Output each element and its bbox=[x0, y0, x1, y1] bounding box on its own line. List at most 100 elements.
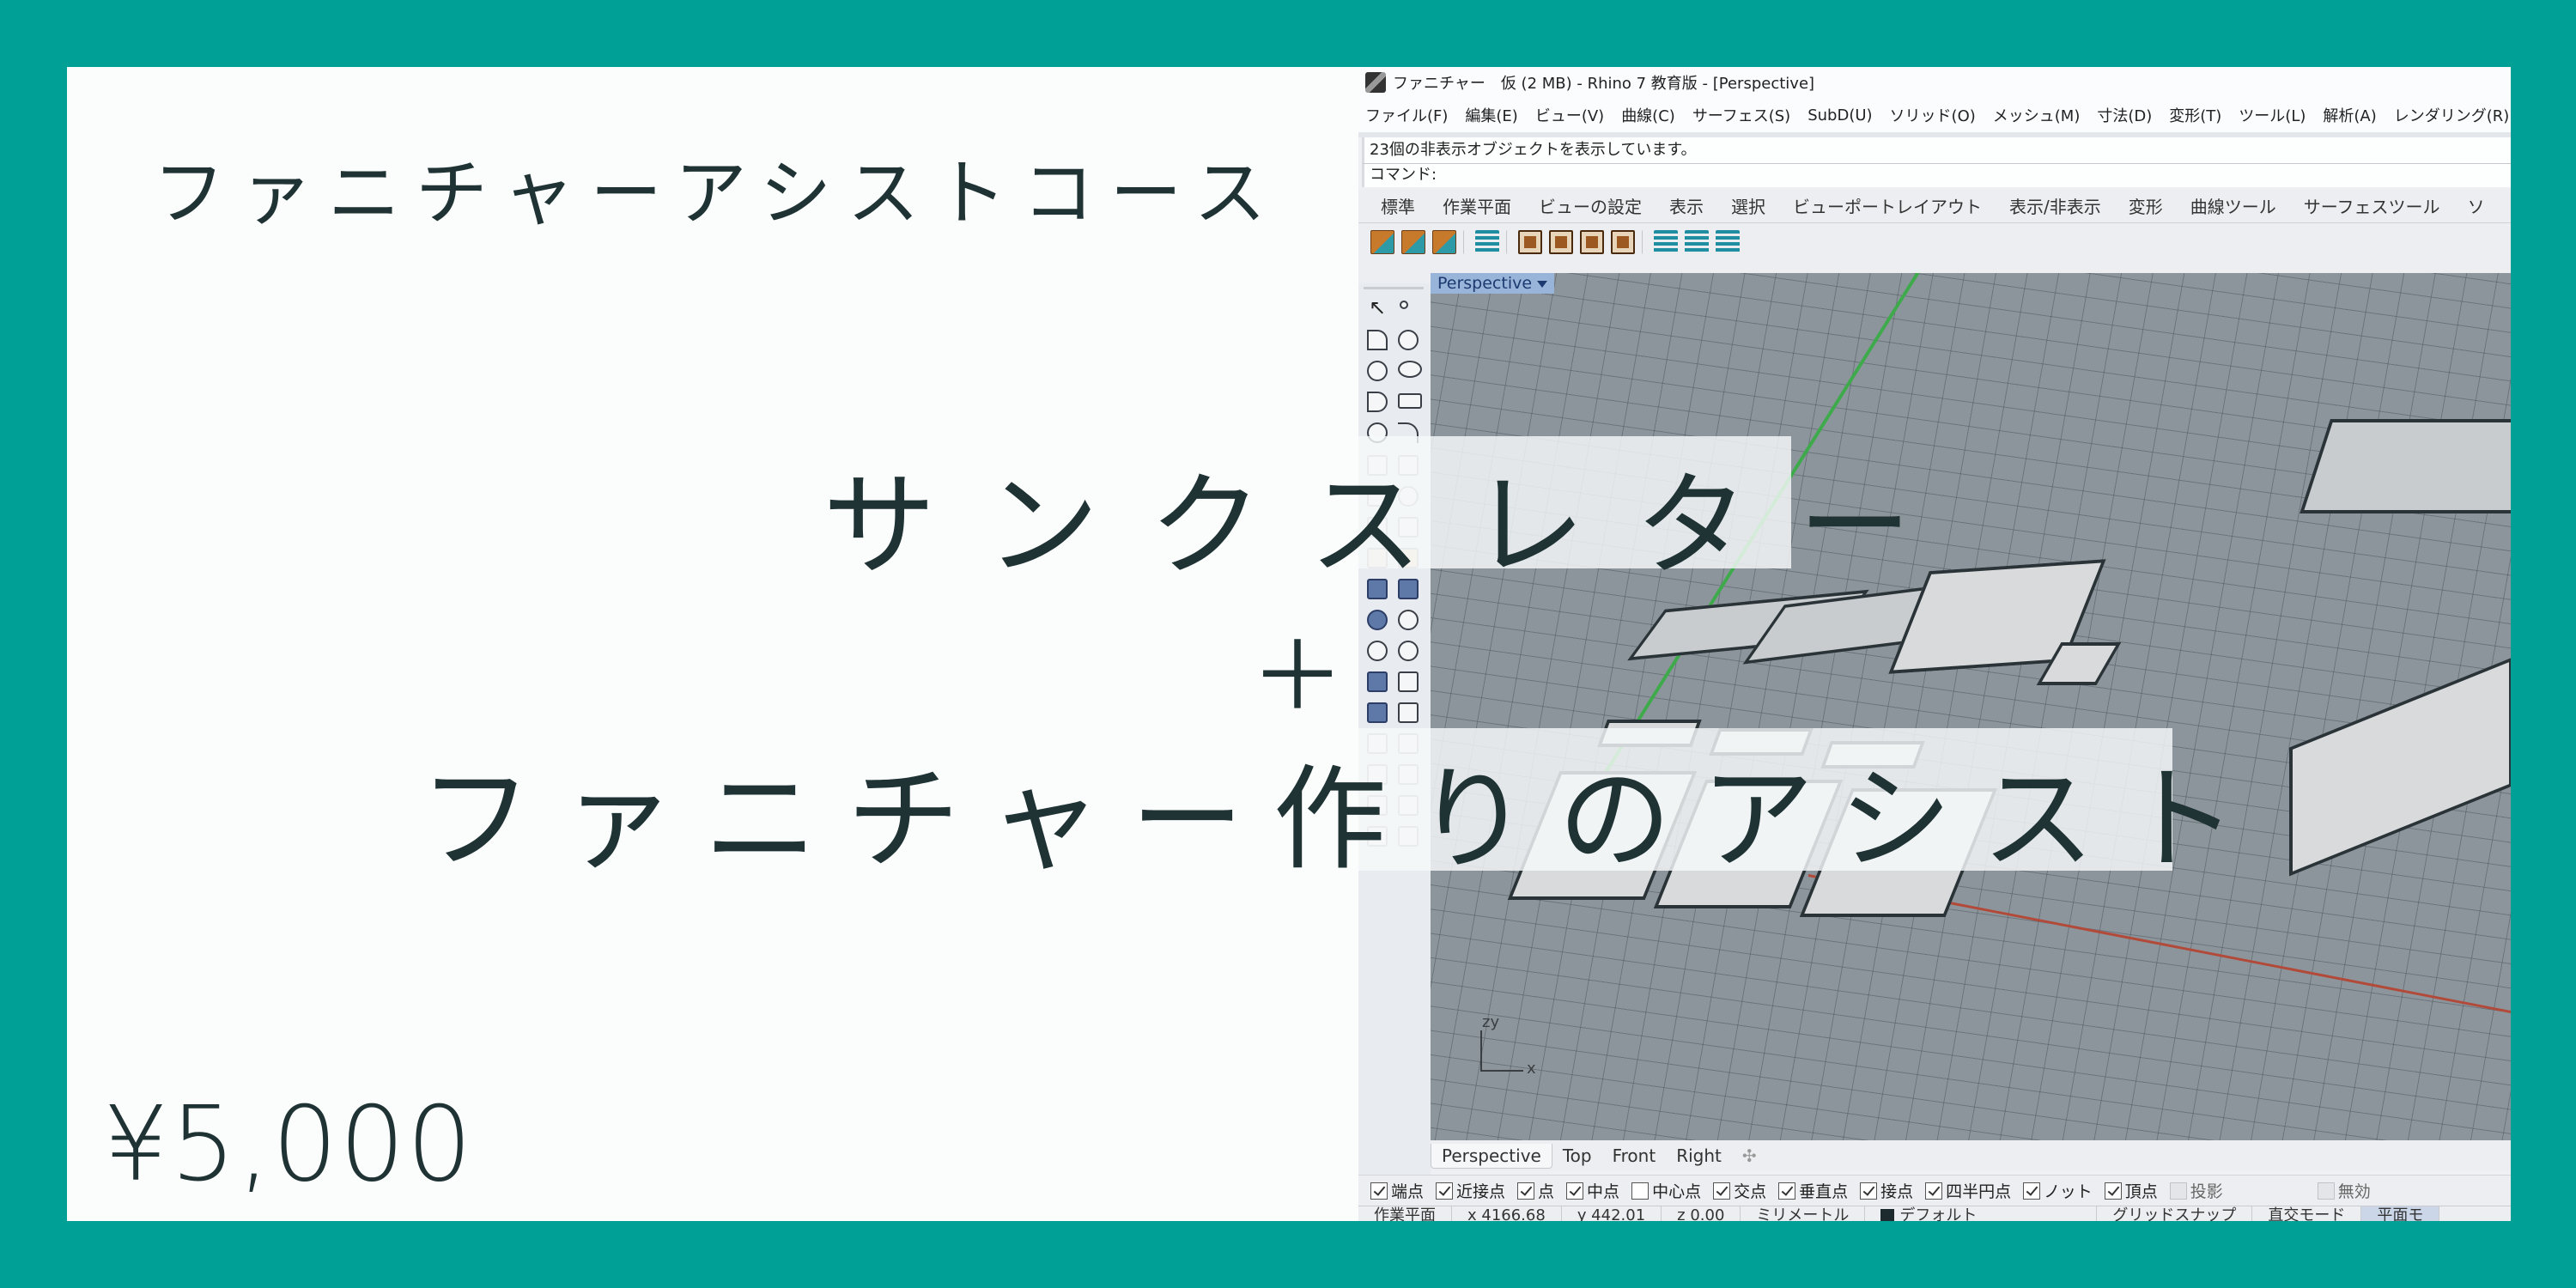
checkbox-icon[interactable] bbox=[1925, 1182, 1943, 1200]
tab-cplanes[interactable]: 作業平面 bbox=[1443, 193, 1511, 218]
group-icon[interactable] bbox=[1367, 702, 1388, 723]
menu-mesh[interactable]: メッシュ(M) bbox=[1993, 104, 2081, 126]
tab-select[interactable]: 選択 bbox=[1731, 193, 1765, 218]
osnap-intersection[interactable]: 交点 bbox=[1713, 1179, 1766, 1202]
add-view-tab-icon[interactable]: ✣ bbox=[1732, 1144, 1767, 1168]
command-prompt-input[interactable]: コマンド: bbox=[1362, 163, 2511, 187]
menu-surface[interactable]: サーフェス(S) bbox=[1692, 104, 1790, 126]
table-top-panel[interactable] bbox=[2300, 419, 2511, 513]
checkbox-icon[interactable] bbox=[1631, 1182, 1649, 1200]
osnap-end[interactable]: 端点 bbox=[1370, 1179, 1424, 1202]
perspective-viewport[interactable]: Perspective zy x bbox=[1431, 273, 2511, 1152]
status-x-coord: x 4166.68 bbox=[1452, 1206, 1562, 1221]
status-ortho[interactable]: 直交モード bbox=[2252, 1206, 2362, 1221]
checkbox-icon[interactable] bbox=[2317, 1182, 2335, 1200]
point-icon[interactable] bbox=[1400, 301, 1408, 309]
checkbox-icon[interactable] bbox=[2169, 1182, 2187, 1200]
tab-viewport-layout[interactable]: ビューポートレイアウト bbox=[1793, 193, 1982, 218]
osnap-quadrant[interactable]: 四半円点 bbox=[1925, 1179, 2011, 1202]
menu-analyze[interactable]: 解析(A) bbox=[2323, 104, 2376, 126]
view-tab-right[interactable]: Right bbox=[1666, 1144, 1732, 1168]
osnap-near[interactable]: 近接点 bbox=[1436, 1179, 1505, 1202]
rhino-window: ファニチャー 仮 (2 MB) - Rhino 7 教育版 - [Perspec… bbox=[1358, 67, 2511, 1221]
status-planar[interactable]: 平面モ bbox=[2361, 1206, 2440, 1221]
viewport-menu-caret-icon[interactable] bbox=[1537, 280, 1548, 288]
panel-1-icon[interactable] bbox=[1580, 230, 1604, 254]
menu-subd[interactable]: SubD(U) bbox=[1807, 106, 1872, 125]
tab-curve-tools[interactable]: 曲線ツール bbox=[2190, 193, 2276, 218]
menu-render[interactable]: レンダリング(R) bbox=[2394, 104, 2510, 126]
assembled-corner-shelf[interactable] bbox=[2289, 657, 2511, 877]
ellipse-icon[interactable] bbox=[1398, 361, 1422, 378]
checkbox-icon[interactable] bbox=[1370, 1182, 1388, 1200]
extrude-wood-icon[interactable] bbox=[1401, 230, 1425, 254]
layout-3-icon[interactable] bbox=[1685, 230, 1709, 254]
menu-file[interactable]: ファイル(F) bbox=[1365, 104, 1448, 126]
frame-2-icon[interactable] bbox=[1549, 230, 1573, 254]
osnap-knot[interactable]: ノット bbox=[2023, 1179, 2093, 1202]
tab-display[interactable]: 表示 bbox=[1669, 193, 1704, 218]
boolean-union-icon[interactable] bbox=[1367, 610, 1388, 630]
osnap-point[interactable]: 点 bbox=[1517, 1179, 1554, 1202]
menu-transform[interactable]: 変形(T) bbox=[2169, 104, 2221, 126]
toolbar-grip[interactable] bbox=[1364, 287, 1424, 289]
joint-icon[interactable] bbox=[1475, 230, 1499, 254]
menu-solid[interactable]: ソリッド(O) bbox=[1890, 104, 1976, 126]
fillet-icon[interactable] bbox=[1367, 641, 1388, 661]
rectangle-icon[interactable] bbox=[1398, 393, 1422, 409]
checkbox-icon[interactable] bbox=[1713, 1182, 1731, 1200]
osnap-perpendicular[interactable]: 垂直点 bbox=[1778, 1179, 1848, 1202]
menu-tools[interactable]: ツール(L) bbox=[2239, 104, 2306, 126]
layout-2-icon[interactable] bbox=[1654, 230, 1678, 254]
osnap-mid[interactable]: 中点 bbox=[1566, 1179, 1619, 1202]
orient-icon[interactable] bbox=[1398, 702, 1419, 723]
osnap-tangent[interactable]: 接点 bbox=[1860, 1179, 1913, 1202]
status-units[interactable]: ミリメートル bbox=[1741, 1206, 1866, 1221]
frame-1-icon[interactable] bbox=[1518, 230, 1542, 254]
status-layer[interactable]: デフォルト bbox=[1865, 1206, 2098, 1221]
status-grid-snap[interactable]: グリッドスナップ bbox=[2097, 1206, 2253, 1221]
osnap-project[interactable]: 投影 bbox=[2169, 1179, 2223, 1202]
tab-visibility[interactable]: 表示/非表示 bbox=[2009, 193, 2101, 218]
tab-surface-tools[interactable]: サーフェスツール bbox=[2304, 193, 2440, 218]
menu-dimension[interactable]: 寸法(D) bbox=[2097, 104, 2152, 126]
menu-edit[interactable]: 編集(E) bbox=[1465, 104, 1517, 126]
tab-set-view[interactable]: ビューの設定 bbox=[1539, 193, 1642, 218]
osnap-disable[interactable]: 無効 bbox=[2317, 1179, 2371, 1202]
offset-wood-icon[interactable] bbox=[1432, 230, 1456, 254]
polyline-icon[interactable] bbox=[1367, 330, 1388, 350]
view-tab-top[interactable]: Top bbox=[1552, 1144, 1602, 1168]
checkbox-icon[interactable] bbox=[1566, 1182, 1584, 1200]
osnap-center[interactable]: 中心点 bbox=[1631, 1179, 1701, 1202]
offset-curve-icon[interactable] bbox=[1398, 641, 1419, 661]
checkbox-icon[interactable] bbox=[1778, 1182, 1796, 1200]
boolean-diff-icon[interactable] bbox=[1398, 610, 1419, 630]
status-cplane[interactable]: 作業平面 bbox=[1358, 1206, 1452, 1221]
curve-icon[interactable] bbox=[1398, 330, 1419, 350]
text-icon[interactable] bbox=[1367, 671, 1388, 692]
panel-2-icon[interactable] bbox=[1611, 230, 1635, 254]
view-tab-front[interactable]: Front bbox=[1602, 1144, 1667, 1168]
view-tab-perspective[interactable]: Perspective bbox=[1431, 1143, 1552, 1169]
checkbox-icon[interactable] bbox=[1436, 1182, 1454, 1200]
checkbox-icon[interactable] bbox=[2104, 1182, 2122, 1200]
polygon-icon[interactable] bbox=[1367, 392, 1388, 412]
circle-icon[interactable] bbox=[1367, 361, 1388, 381]
connect-icon[interactable] bbox=[1716, 230, 1740, 254]
viewport-tabs: Perspective Top Front Right ✣ bbox=[1431, 1140, 2511, 1171]
move-icon[interactable] bbox=[1398, 671, 1419, 692]
toolbar-tabs: 標準 作業平面 ビューの設定 表示 選択 ビューポートレイアウト 表示/非表示 … bbox=[1358, 189, 2511, 223]
select-arrow-icon[interactable]: ↖ bbox=[1369, 297, 1389, 318]
checkbox-icon[interactable] bbox=[1860, 1182, 1878, 1200]
tab-transform[interactable]: 変形 bbox=[2129, 193, 2163, 218]
menu-view[interactable]: ビュー(V) bbox=[1535, 104, 1604, 126]
tab-solid-tools[interactable]: ソ bbox=[2468, 193, 2485, 218]
osnap-vertex[interactable]: 頂点 bbox=[2104, 1179, 2158, 1202]
tab-standard[interactable]: 標準 bbox=[1381, 193, 1415, 218]
menu-curve[interactable]: 曲線(C) bbox=[1621, 104, 1675, 126]
copy-to-layer-icon[interactable] bbox=[1370, 230, 1394, 254]
toolbar-divider bbox=[1463, 230, 1468, 254]
viewport-label[interactable]: Perspective bbox=[1431, 273, 1555, 294]
checkbox-icon[interactable] bbox=[2023, 1182, 2041, 1200]
checkbox-icon[interactable] bbox=[1517, 1182, 1535, 1200]
